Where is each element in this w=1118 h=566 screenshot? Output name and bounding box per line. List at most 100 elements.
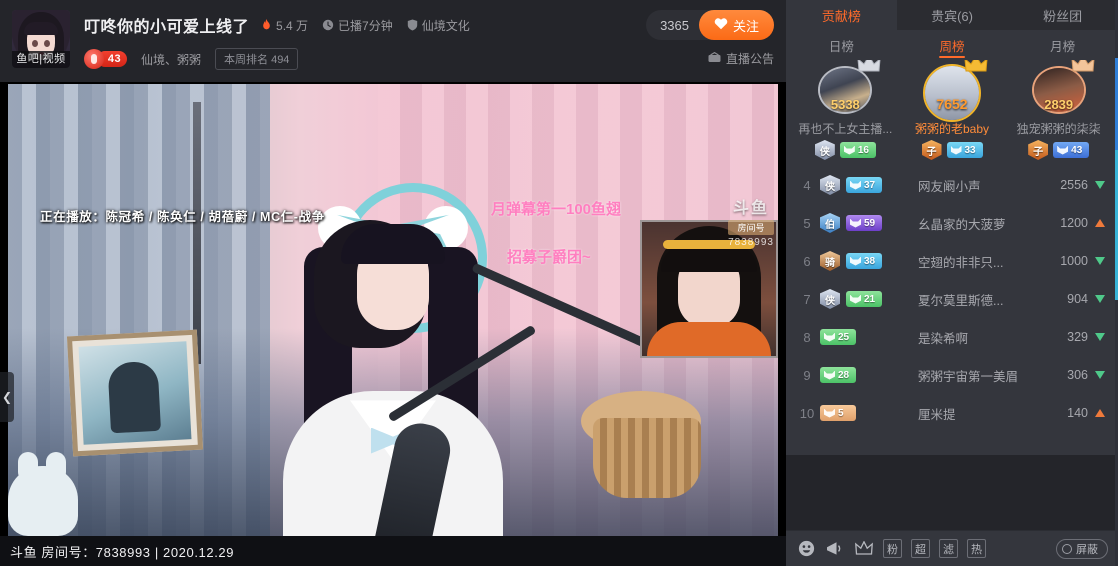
rank-panel: 5338 再也不上女主播... 侠 16 7652 粥粥的老baby 子 33 … bbox=[786, 60, 1118, 455]
cat-icon bbox=[843, 145, 855, 155]
fire-icon bbox=[261, 18, 272, 32]
row-badges: 25 bbox=[820, 329, 912, 345]
owner-names: 仙境、粥粥 bbox=[141, 52, 202, 67]
avatar-tag-label[interactable]: 鱼吧|视频 bbox=[12, 51, 70, 68]
subtab-weekly[interactable]: 周榜 bbox=[897, 30, 1008, 60]
tab-contribution-rank[interactable]: 贡献榜 bbox=[786, 0, 897, 30]
fan-badge: 28 bbox=[820, 367, 856, 383]
tab-vip[interactable]: 贵宾(6) bbox=[897, 0, 1008, 30]
cat-icon bbox=[850, 218, 861, 228]
contribution-value: 140 bbox=[1067, 406, 1088, 420]
podium-avatar-3[interactable]: 2839 bbox=[1031, 60, 1095, 114]
bronze-crown-icon bbox=[1071, 60, 1095, 73]
podium-top3: 5338 再也不上女主播... 侠 16 7652 粥粥的老baby 子 33 … bbox=[786, 60, 1118, 160]
emoji-icon[interactable] bbox=[796, 539, 816, 559]
sidebar-subtabs: 日榜 周榜 月榜 bbox=[786, 30, 1118, 60]
fan-badge: 43 bbox=[1053, 142, 1090, 158]
scene-picture-figure bbox=[107, 360, 161, 433]
fan-badge: 33 bbox=[946, 142, 983, 158]
user-name: 厘米提 bbox=[918, 407, 956, 422]
filter-button[interactable]: 滤 bbox=[939, 539, 958, 558]
table-row[interactable]: 7 侠 21 夏尔莫里斯德... 904 bbox=[786, 280, 1118, 318]
subtab-monthly[interactable]: 月榜 bbox=[1007, 30, 1118, 60]
sidebar-tabs: 贡献榜 贵宾(6) 粉丝团 bbox=[786, 0, 1118, 30]
scene-lamp bbox=[192, 102, 201, 365]
promo-overlay-1: 月弹幕第一100鱼翅 bbox=[491, 201, 622, 218]
fan-badge-level: 43 bbox=[1071, 144, 1083, 156]
row-badges: 侠 37 bbox=[820, 175, 912, 195]
follow-count: 3365 bbox=[660, 17, 689, 33]
live-announcement-button[interactable]: 直播公告 bbox=[646, 50, 774, 67]
fan-badge: 59 bbox=[846, 215, 882, 231]
player-column: 鱼吧|视频 叮咚你的小可爱上线了 5.4 万 已播7分钟 仙境文化 43 仙境、… bbox=[0, 0, 786, 566]
super-filter-button[interactable]: 超 bbox=[911, 539, 930, 558]
cat-icon bbox=[850, 180, 861, 190]
room-status-text: 斗鱼 房间号：7838993 | 2020.12.29 bbox=[10, 544, 235, 560]
rank-number: 10 bbox=[799, 405, 815, 421]
row-badges: 侠 21 bbox=[820, 289, 912, 309]
subtab-daily[interactable]: 日榜 bbox=[786, 30, 897, 60]
avatar-eye-right bbox=[44, 40, 50, 47]
follow-label: 关注 bbox=[732, 18, 759, 34]
scene-picture-art bbox=[78, 340, 192, 445]
noble-badge: 伯 bbox=[820, 213, 840, 233]
contribution-value: 2556 bbox=[1060, 178, 1088, 192]
shield-icon bbox=[407, 19, 418, 31]
fan-badge-level: 21 bbox=[864, 293, 876, 305]
heart-icon bbox=[714, 17, 728, 33]
row-badges: 28 bbox=[820, 367, 912, 383]
podium-place-1[interactable]: 7652 粥粥的老baby 子 33 bbox=[899, 60, 1006, 160]
rank-number: 8 bbox=[803, 329, 811, 345]
podium-place-3[interactable]: 2839 独宠粥粥的柒柒 子 43 bbox=[1005, 60, 1112, 160]
announce-icon bbox=[708, 51, 721, 66]
table-row[interactable]: 5 伯 59 幺晶家的大菠萝 1200 bbox=[786, 204, 1118, 242]
user-name: 网友阚小声 bbox=[918, 179, 981, 194]
avatar-fringe bbox=[24, 22, 58, 35]
megaphone-icon[interactable] bbox=[825, 539, 845, 559]
duration-value: 已播7分钟 bbox=[338, 18, 393, 33]
follow-group: 3365 关注 bbox=[646, 10, 774, 40]
podium-name-1: 粥粥的老baby bbox=[914, 121, 990, 135]
trend-down-icon bbox=[1094, 333, 1106, 341]
hot-button[interactable]: 热 bbox=[967, 539, 986, 558]
contribution-value: 1000 bbox=[1060, 254, 1088, 268]
plush-ear-left bbox=[18, 452, 38, 482]
rank-number: 4 bbox=[803, 177, 811, 193]
weekly-rank-chip[interactable]: 本周排名 494 bbox=[215, 48, 299, 70]
podium-avatar-2[interactable]: 5338 bbox=[818, 60, 881, 114]
chat-message-area[interactable] bbox=[786, 455, 1118, 530]
watermark-room-number: 7838993 bbox=[728, 237, 774, 248]
noble-crown-icon[interactable] bbox=[854, 539, 874, 559]
tab-fanclub[interactable]: 粉丝团 bbox=[1007, 0, 1118, 30]
noble-badge: 骑 bbox=[820, 251, 840, 271]
douyu-live-room: 鱼吧|视频 叮咚你的小可爱上线了 5.4 万 已播7分钟 仙境文化 43 仙境、… bbox=[0, 0, 1118, 566]
fan-badge-level: 28 bbox=[838, 369, 850, 381]
video-player[interactable]: 正在播放：陈冠希 / 陈奂仁 / 胡蓓蔚 / MC仁-战争 月弹幕第一100鱼翅… bbox=[0, 82, 786, 566]
chevron-left-icon[interactable]: ❮ bbox=[0, 372, 14, 422]
table-row[interactable]: 4 侠 37 网友阚小声 2556 bbox=[786, 166, 1118, 204]
streamer-avatar[interactable]: 鱼吧|视频 bbox=[12, 10, 70, 68]
follow-button[interactable]: 关注 bbox=[698, 10, 774, 40]
table-row[interactable]: 8 25 是染希啊 329 bbox=[786, 318, 1118, 356]
cat-icon bbox=[824, 332, 835, 342]
podium-place-2[interactable]: 5338 再也不上女主播... 侠 16 bbox=[792, 60, 899, 160]
guest-shirt bbox=[647, 322, 771, 356]
noble-badge: 子 bbox=[1028, 140, 1049, 160]
category-meta[interactable]: 仙境文化 bbox=[407, 17, 470, 34]
table-row[interactable]: 9 28 粥粥宇宙第一美眉 306 bbox=[786, 356, 1118, 394]
scene-basket bbox=[593, 418, 701, 499]
table-row[interactable]: 10 5 厘米提 140 bbox=[786, 394, 1118, 432]
cat-icon bbox=[824, 408, 835, 418]
table-row[interactable]: 6 骑 38 空翅的非非只... 1000 bbox=[786, 242, 1118, 280]
fan-badge-level: 25 bbox=[838, 331, 850, 343]
streamer-fringe bbox=[341, 224, 445, 265]
fan-badge-level: 33 bbox=[964, 144, 976, 156]
trend-down-icon bbox=[1094, 181, 1106, 189]
fans-filter-button[interactable]: 粉 bbox=[883, 539, 902, 558]
user-name: 是染希啊 bbox=[918, 331, 969, 346]
cat-icon bbox=[950, 145, 962, 155]
shield-toggle[interactable]: 屏蔽 bbox=[1056, 538, 1108, 559]
podium-badges-1: 子 33 bbox=[921, 140, 983, 160]
podium-avatar-1[interactable]: 7652 bbox=[923, 60, 988, 122]
fan-badge: 25 bbox=[820, 329, 856, 345]
